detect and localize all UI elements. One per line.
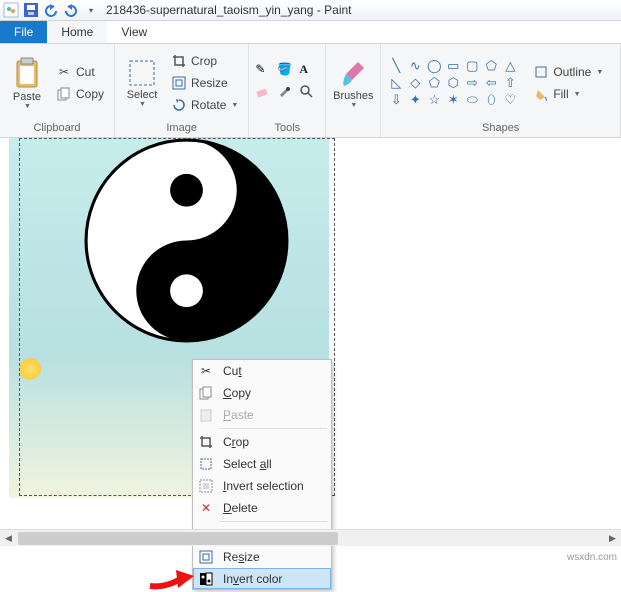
shape-heart-icon[interactable]: ♡ [501,92,519,108]
outline-button[interactable]: Outline▼ [529,62,607,82]
scissors-icon: ✂ [56,64,72,80]
ctx-paste: Paste [193,404,331,426]
paste-icon [197,408,215,422]
separator [219,521,327,522]
tab-view[interactable]: View [107,21,161,43]
shape-star6-icon[interactable]: ✶ [444,92,462,108]
scroll-right-icon[interactable]: ▶ [604,530,621,547]
shape-callout-icon[interactable]: ⬭ [463,92,481,108]
paste-button[interactable]: Paste▼ [6,50,48,116]
annotation-arrow [148,564,196,592]
tab-file[interactable]: File [0,21,47,43]
shapes-gallery[interactable]: ╲∿◯▭▢⬠△ ◺◇⬠⬡⇨⇦⇧ ⇩✦☆✶⬭⬯♡ [387,58,519,108]
save-icon[interactable] [22,1,40,19]
resize-icon [197,550,215,564]
shape-callout2-icon[interactable]: ⬯ [482,92,500,108]
window-title: 218436-supernatural_taoism_yin_yang - Pa… [106,3,352,17]
text-icon[interactable]: A [299,62,319,82]
shape-arrow-d-icon[interactable]: ⇩ [387,92,405,108]
shape-rect-icon[interactable]: ▭ [444,58,462,74]
context-menu: ✂Cut Copy Paste Crop Select all Invert s… [192,359,332,590]
delete-icon: ✕ [197,501,215,515]
group-image: Select▼ Crop Resize Rotate▼ Image [115,44,249,137]
tab-home[interactable]: Home [47,21,107,43]
group-brushes: Brushes▼ [326,44,381,137]
copy-icon [56,86,72,102]
select-all-icon [197,457,215,471]
brush-icon [338,58,368,88]
magnifier-icon[interactable] [299,84,319,104]
bucket-icon[interactable]: 🪣 [277,62,297,82]
shape-roundrect-icon[interactable]: ▢ [463,58,481,74]
ctx-invert-color[interactable]: Invert color [193,568,331,589]
shape-rtriangle-icon[interactable]: ◺ [387,75,405,91]
brushes-button[interactable]: Brushes▼ [332,50,374,116]
fill-button[interactable]: Fill▼ [529,84,607,104]
shape-line-icon[interactable]: ╲ [387,58,405,74]
scrollbar-thumb[interactable] [18,532,338,545]
scissors-icon: ✂ [197,364,215,378]
redo-icon[interactable] [62,1,80,19]
cut-button[interactable]: ✂Cut [52,62,108,82]
rotate-button[interactable]: Rotate▼ [167,95,242,115]
shape-curve-icon[interactable]: ∿ [406,58,424,74]
horizontal-scrollbar[interactable]: ◀ ▶ [0,529,621,546]
group-clipboard: Paste▼ ✂Cut Copy Clipboard [0,44,115,137]
crop-button[interactable]: Crop [167,51,242,71]
outline-icon [533,64,549,80]
canvas-area: ✂Cut Copy Paste Crop Select all Invert s… [0,138,621,543]
color-picker-icon[interactable] [277,84,297,104]
shape-diamond-icon[interactable]: ◇ [406,75,424,91]
copy-icon [197,386,215,400]
copy-button[interactable]: Copy [52,84,108,104]
select-icon [128,59,156,87]
group-shapes: ╲∿◯▭▢⬠△ ◺◇⬠⬡⇨⇦⇧ ⇩✦☆✶⬭⬯♡ Outline▼ Fill▼ S… [381,44,621,137]
ribbon: Paste▼ ✂Cut Copy Clipboard Select▼ Crop … [0,44,621,138]
ctx-crop[interactable]: Crop [193,431,331,453]
resize-button[interactable]: Resize [167,73,242,93]
invert-color-icon [197,572,215,586]
rotate-icon [171,97,187,113]
shape-arrow-l-icon[interactable]: ⇦ [482,75,500,91]
fill-icon [533,86,549,102]
ctx-select-all[interactable]: Select all [193,453,331,475]
shape-arrow-r-icon[interactable]: ⇨ [463,75,481,91]
scroll-left-icon[interactable]: ◀ [0,530,17,547]
shape-arrow-u-icon[interactable]: ⇧ [501,75,519,91]
shape-oval-icon[interactable]: ◯ [425,58,443,74]
qat-dropdown-icon[interactable]: ▾ [82,1,100,19]
shape-hexagon-icon[interactable]: ⬡ [444,75,462,91]
undo-icon[interactable] [42,1,60,19]
shape-star5-icon[interactable]: ☆ [425,92,443,108]
ctx-resize[interactable]: Resize [193,546,331,568]
shape-star4-icon[interactable]: ✦ [406,92,424,108]
separator [219,428,327,429]
ribbon-tabs: File Home View [0,21,621,44]
ctx-delete[interactable]: ✕Delete [193,497,331,519]
title-bar: ▾ 218436-supernatural_taoism_yin_yang - … [0,0,621,21]
shape-triangle-icon[interactable]: △ [501,58,519,74]
crop-icon [197,435,215,449]
ctx-cut[interactable]: ✂Cut [193,360,331,382]
select-button[interactable]: Select▼ [121,50,163,116]
app-icon [2,1,20,19]
invert-selection-icon [197,479,215,493]
shape-pentagon-icon[interactable]: ⬠ [425,75,443,91]
quick-access-toolbar: ▾ [2,1,100,19]
clipboard-icon [13,57,41,89]
pencil-icon[interactable]: ✎ [255,62,275,82]
ctx-invert-selection[interactable]: Invert selection [193,475,331,497]
crop-icon [171,53,187,69]
group-tools: ✎ 🪣 A Tools [249,44,326,137]
watermark: wsxdn.com [567,552,617,563]
resize-icon [171,75,187,91]
ctx-copy[interactable]: Copy [193,382,331,404]
eraser-icon[interactable] [255,84,275,104]
shape-polygon-icon[interactable]: ⬠ [482,58,500,74]
